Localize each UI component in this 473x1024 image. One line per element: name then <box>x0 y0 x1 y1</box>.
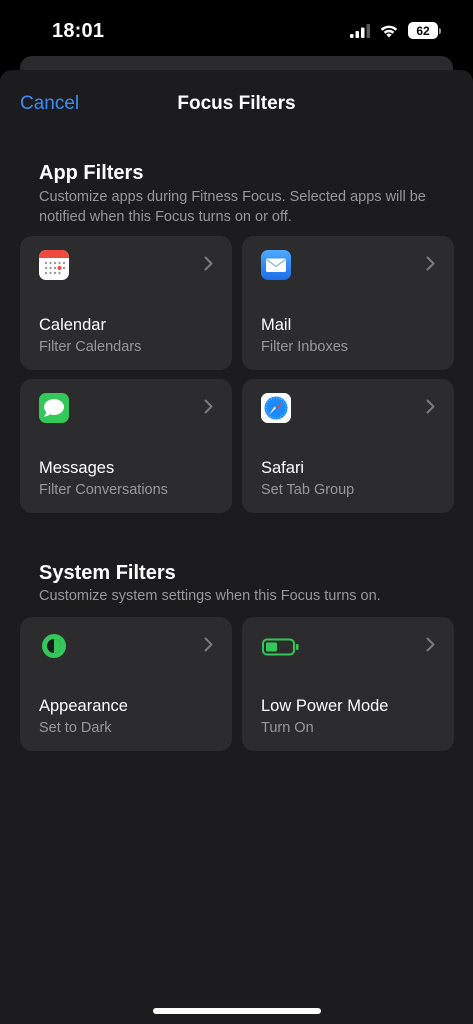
low-power-mode-filter-tile[interactable]: Low Power Mode Turn On <box>242 617 454 751</box>
low-power-battery-icon <box>261 631 301 661</box>
system-filters-title: System Filters <box>39 562 176 584</box>
tile-title: Messages <box>39 459 115 477</box>
page-title: Focus Filters <box>177 93 296 114</box>
tile-title: Safari <box>261 459 305 477</box>
status-icons: 62 <box>350 22 441 39</box>
mail-filter-tile[interactable]: Mail Filter Inboxes <box>242 236 454 370</box>
safari-icon <box>261 393 291 423</box>
tile-subtitle: Filter Conversations <box>39 482 168 498</box>
tile-title: Mail <box>261 316 292 334</box>
chevron-right-icon <box>204 637 213 652</box>
app-filters-title: App Filters <box>39 162 144 184</box>
chevron-right-icon <box>426 256 435 271</box>
tile-title: Low Power Mode <box>261 697 389 715</box>
appearance-icon <box>39 631 69 661</box>
appearance-filter-tile[interactable]: Appearance Set to Dark <box>20 617 232 751</box>
tile-subtitle: Set to Dark <box>39 720 112 736</box>
tile-subtitle: Set Tab Group <box>261 482 355 498</box>
tile-title: Calendar <box>39 316 106 334</box>
wifi-icon <box>380 25 398 38</box>
safari-filter-tile[interactable]: Safari Set Tab Group <box>242 379 454 513</box>
tile-subtitle: Filter Calendars <box>39 339 142 355</box>
mail-icon <box>261 250 291 280</box>
battery-level: 62 <box>408 22 438 39</box>
tile-subtitle: Filter Inboxes <box>261 339 349 355</box>
battery-icon: 62 <box>408 22 441 39</box>
tile-subtitle: Turn On <box>261 720 314 736</box>
tile-title: Appearance <box>39 697 128 715</box>
status-time: 18:01 <box>52 20 105 42</box>
calendar-filter-tile[interactable]: Calendar Filter Calendars <box>20 236 232 370</box>
messages-filter-tile[interactable]: Messages Filter Conversations <box>20 379 232 513</box>
system-filters-description: Customize system settings when this Focu… <box>39 588 381 604</box>
battery-cap <box>439 27 441 34</box>
chevron-right-icon <box>204 399 213 414</box>
home-indicator[interactable] <box>153 1008 321 1014</box>
focus-filters-sheet: Cancel Focus Filters App Filters Customi… <box>0 70 473 1024</box>
chevron-right-icon <box>426 399 435 414</box>
status-bar: 18:01 62 <box>0 0 473 60</box>
app-filters-description: Customize apps during Fitness Focus. Sel… <box>39 189 426 225</box>
chevron-right-icon <box>204 256 213 271</box>
nav-bar: Cancel Focus Filters <box>0 70 473 138</box>
messages-icon <box>39 393 69 423</box>
calendar-icon <box>39 250 69 280</box>
cellular-signal-icon <box>350 23 370 38</box>
chevron-right-icon <box>426 637 435 652</box>
